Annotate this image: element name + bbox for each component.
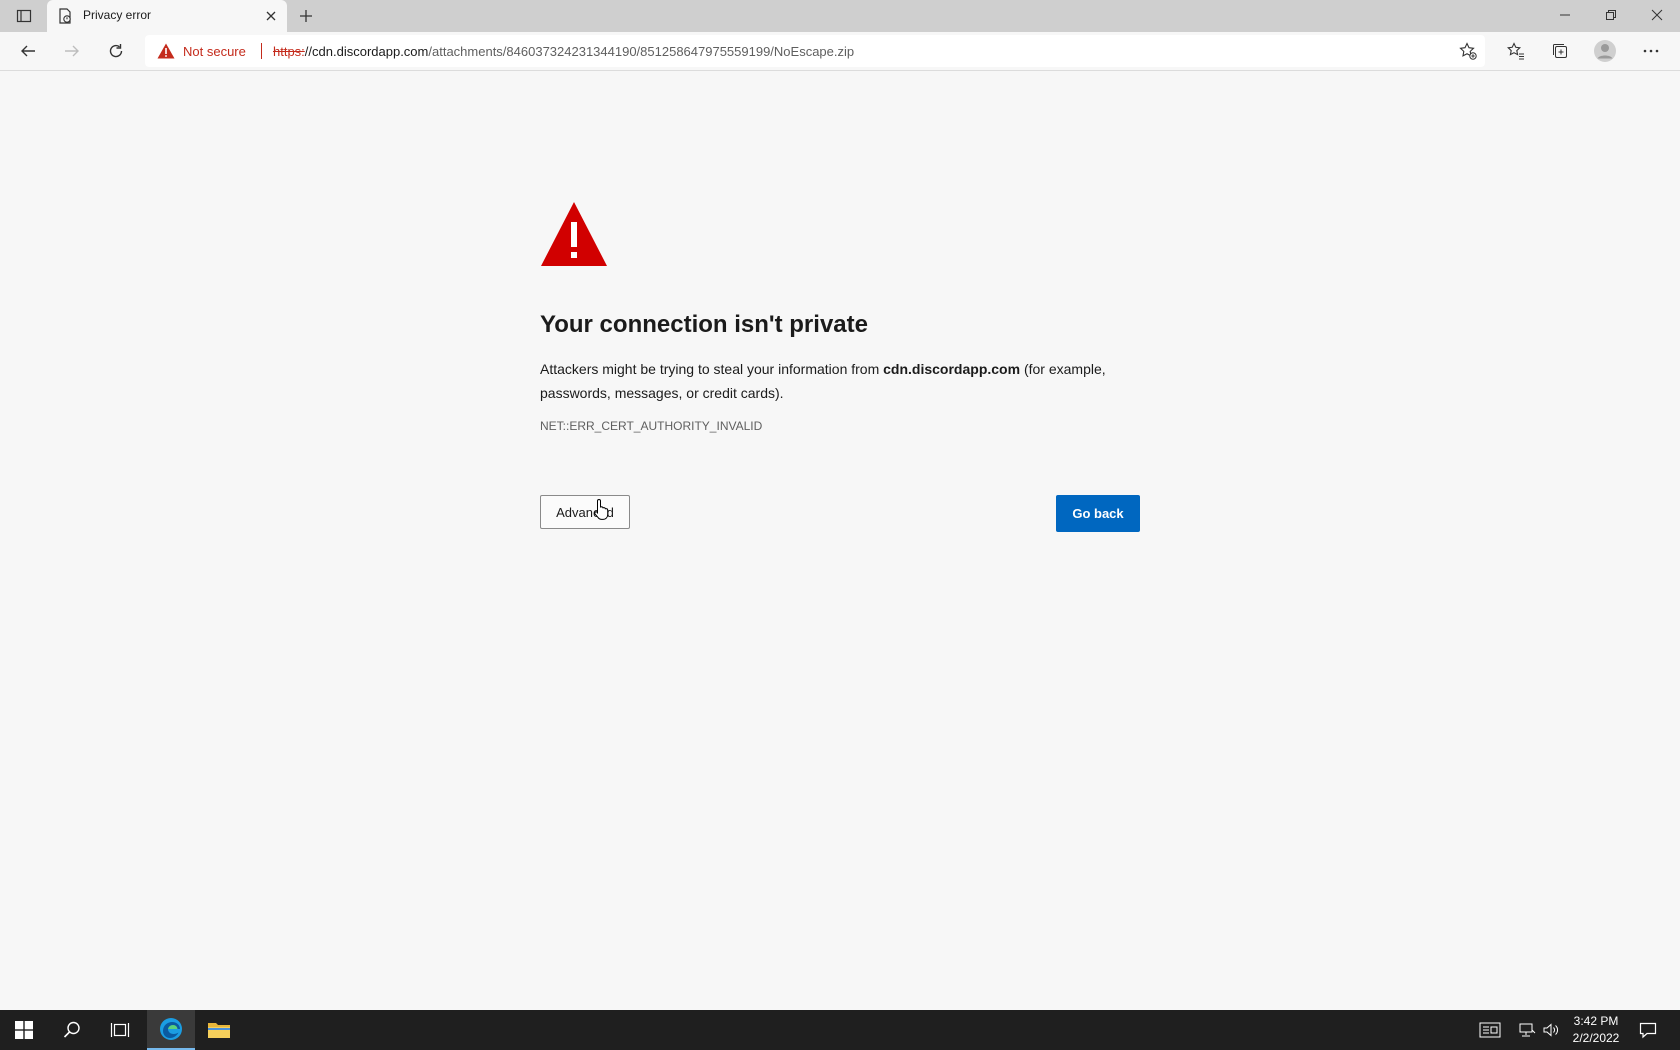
notification-icon <box>1639 1022 1657 1039</box>
arrow-left-icon <box>21 45 35 57</box>
url-text[interactable]: https://cdn.discordapp.com/attachments/8… <box>273 44 854 59</box>
address-separator <box>261 43 262 59</box>
new-tab-button[interactable] <box>295 5 317 27</box>
back-button[interactable] <box>13 36 43 66</box>
search-icon <box>63 1021 80 1038</box>
url-host: //cdn.discordapp.com <box>304 44 429 59</box>
search-button[interactable] <box>48 1010 96 1050</box>
settings-menu-button[interactable] <box>1637 37 1665 65</box>
refresh-button[interactable] <box>101 36 131 66</box>
network-button[interactable] <box>1516 1020 1538 1040</box>
taskbar-file-explorer[interactable] <box>195 1010 243 1050</box>
description-text: Attackers might be trying to steal your … <box>540 361 884 377</box>
forward-button[interactable] <box>57 36 87 66</box>
taskbar: 3:42 PM 2/2/2022 <box>0 1010 1680 1050</box>
warning-icon <box>157 43 175 59</box>
collections-button[interactable] <box>1546 37 1574 65</box>
go-back-button[interactable]: Go back <box>1056 495 1140 532</box>
add-favorite-icon[interactable] <box>1459 42 1477 60</box>
tab-actions-icon <box>16 9 32 23</box>
large-warning-icon <box>541 202 607 266</box>
close-tab-icon[interactable] <box>263 8 279 24</box>
address-bar[interactable]: Not secure https://cdn.discordapp.com/at… <box>145 35 1485 67</box>
not-secure-label[interactable]: Not secure <box>183 44 246 59</box>
favorites-button[interactable] <box>1502 37 1530 65</box>
refresh-icon <box>109 44 123 58</box>
tab-privacy-error[interactable]: Privacy error <box>47 0 287 32</box>
edge-icon <box>160 1018 182 1040</box>
arrow-right-icon <box>65 45 79 57</box>
page-description: Attackers might be trying to steal your … <box>540 357 1130 405</box>
plus-icon <box>300 10 312 22</box>
folder-icon <box>208 1023 230 1038</box>
volume-icon <box>1543 1023 1558 1037</box>
close-window-button[interactable] <box>1634 0 1680 30</box>
more-icon <box>1643 49 1659 53</box>
collections-icon <box>1553 44 1567 58</box>
volume-button[interactable] <box>1540 1020 1562 1040</box>
url-scheme: https: <box>273 44 305 59</box>
advanced-button[interactable]: Advanced <box>540 495 630 529</box>
page-warning-icon <box>59 8 71 24</box>
task-view-icon <box>110 1023 130 1037</box>
privacy-error-content: Your connection isn't private Attackers … <box>540 200 1140 532</box>
favorites-icon <box>1507 42 1524 60</box>
browser-toolbar: Not secure https://cdn.discordapp.com/at… <box>0 32 1680 71</box>
clock-date: 2/2/2022 <box>1572 1031 1620 1045</box>
language-button[interactable] <box>1479 1020 1501 1040</box>
taskbar-edge-app[interactable] <box>147 1010 195 1050</box>
close-icon <box>1651 9 1663 21</box>
restore-icon <box>1606 10 1616 20</box>
restore-button[interactable] <box>1588 0 1634 30</box>
description-host: cdn.discordapp.com <box>883 361 1021 377</box>
hand-cursor-icon <box>594 498 609 520</box>
tab-actions-menu-button[interactable] <box>8 4 40 28</box>
error-code: NET::ERR_CERT_AUTHORITY_INVALID <box>540 419 763 433</box>
minimize-button[interactable] <box>1542 0 1588 30</box>
task-view-button[interactable] <box>96 1010 144 1050</box>
tab-title: Privacy error <box>83 8 152 22</box>
notifications-button[interactable] <box>1637 1020 1659 1040</box>
tab-strip: Privacy error <box>0 0 1680 32</box>
clock-time: 3:42 PM <box>1573 1014 1619 1028</box>
avatar-icon <box>1594 40 1616 62</box>
url-path: /attachments/846037324231344190/85125864… <box>428 44 855 59</box>
input-indicator-icon <box>1479 1022 1501 1038</box>
page-title: Your connection isn't private <box>540 311 868 338</box>
profile-button[interactable] <box>1591 37 1619 65</box>
minimize-icon <box>1560 14 1570 16</box>
start-button[interactable] <box>0 1010 48 1050</box>
taskbar-clock[interactable]: 3:42 PM 2/2/2022 <box>1566 1013 1626 1047</box>
network-icon <box>1519 1023 1536 1037</box>
windows-icon <box>15 1021 33 1039</box>
